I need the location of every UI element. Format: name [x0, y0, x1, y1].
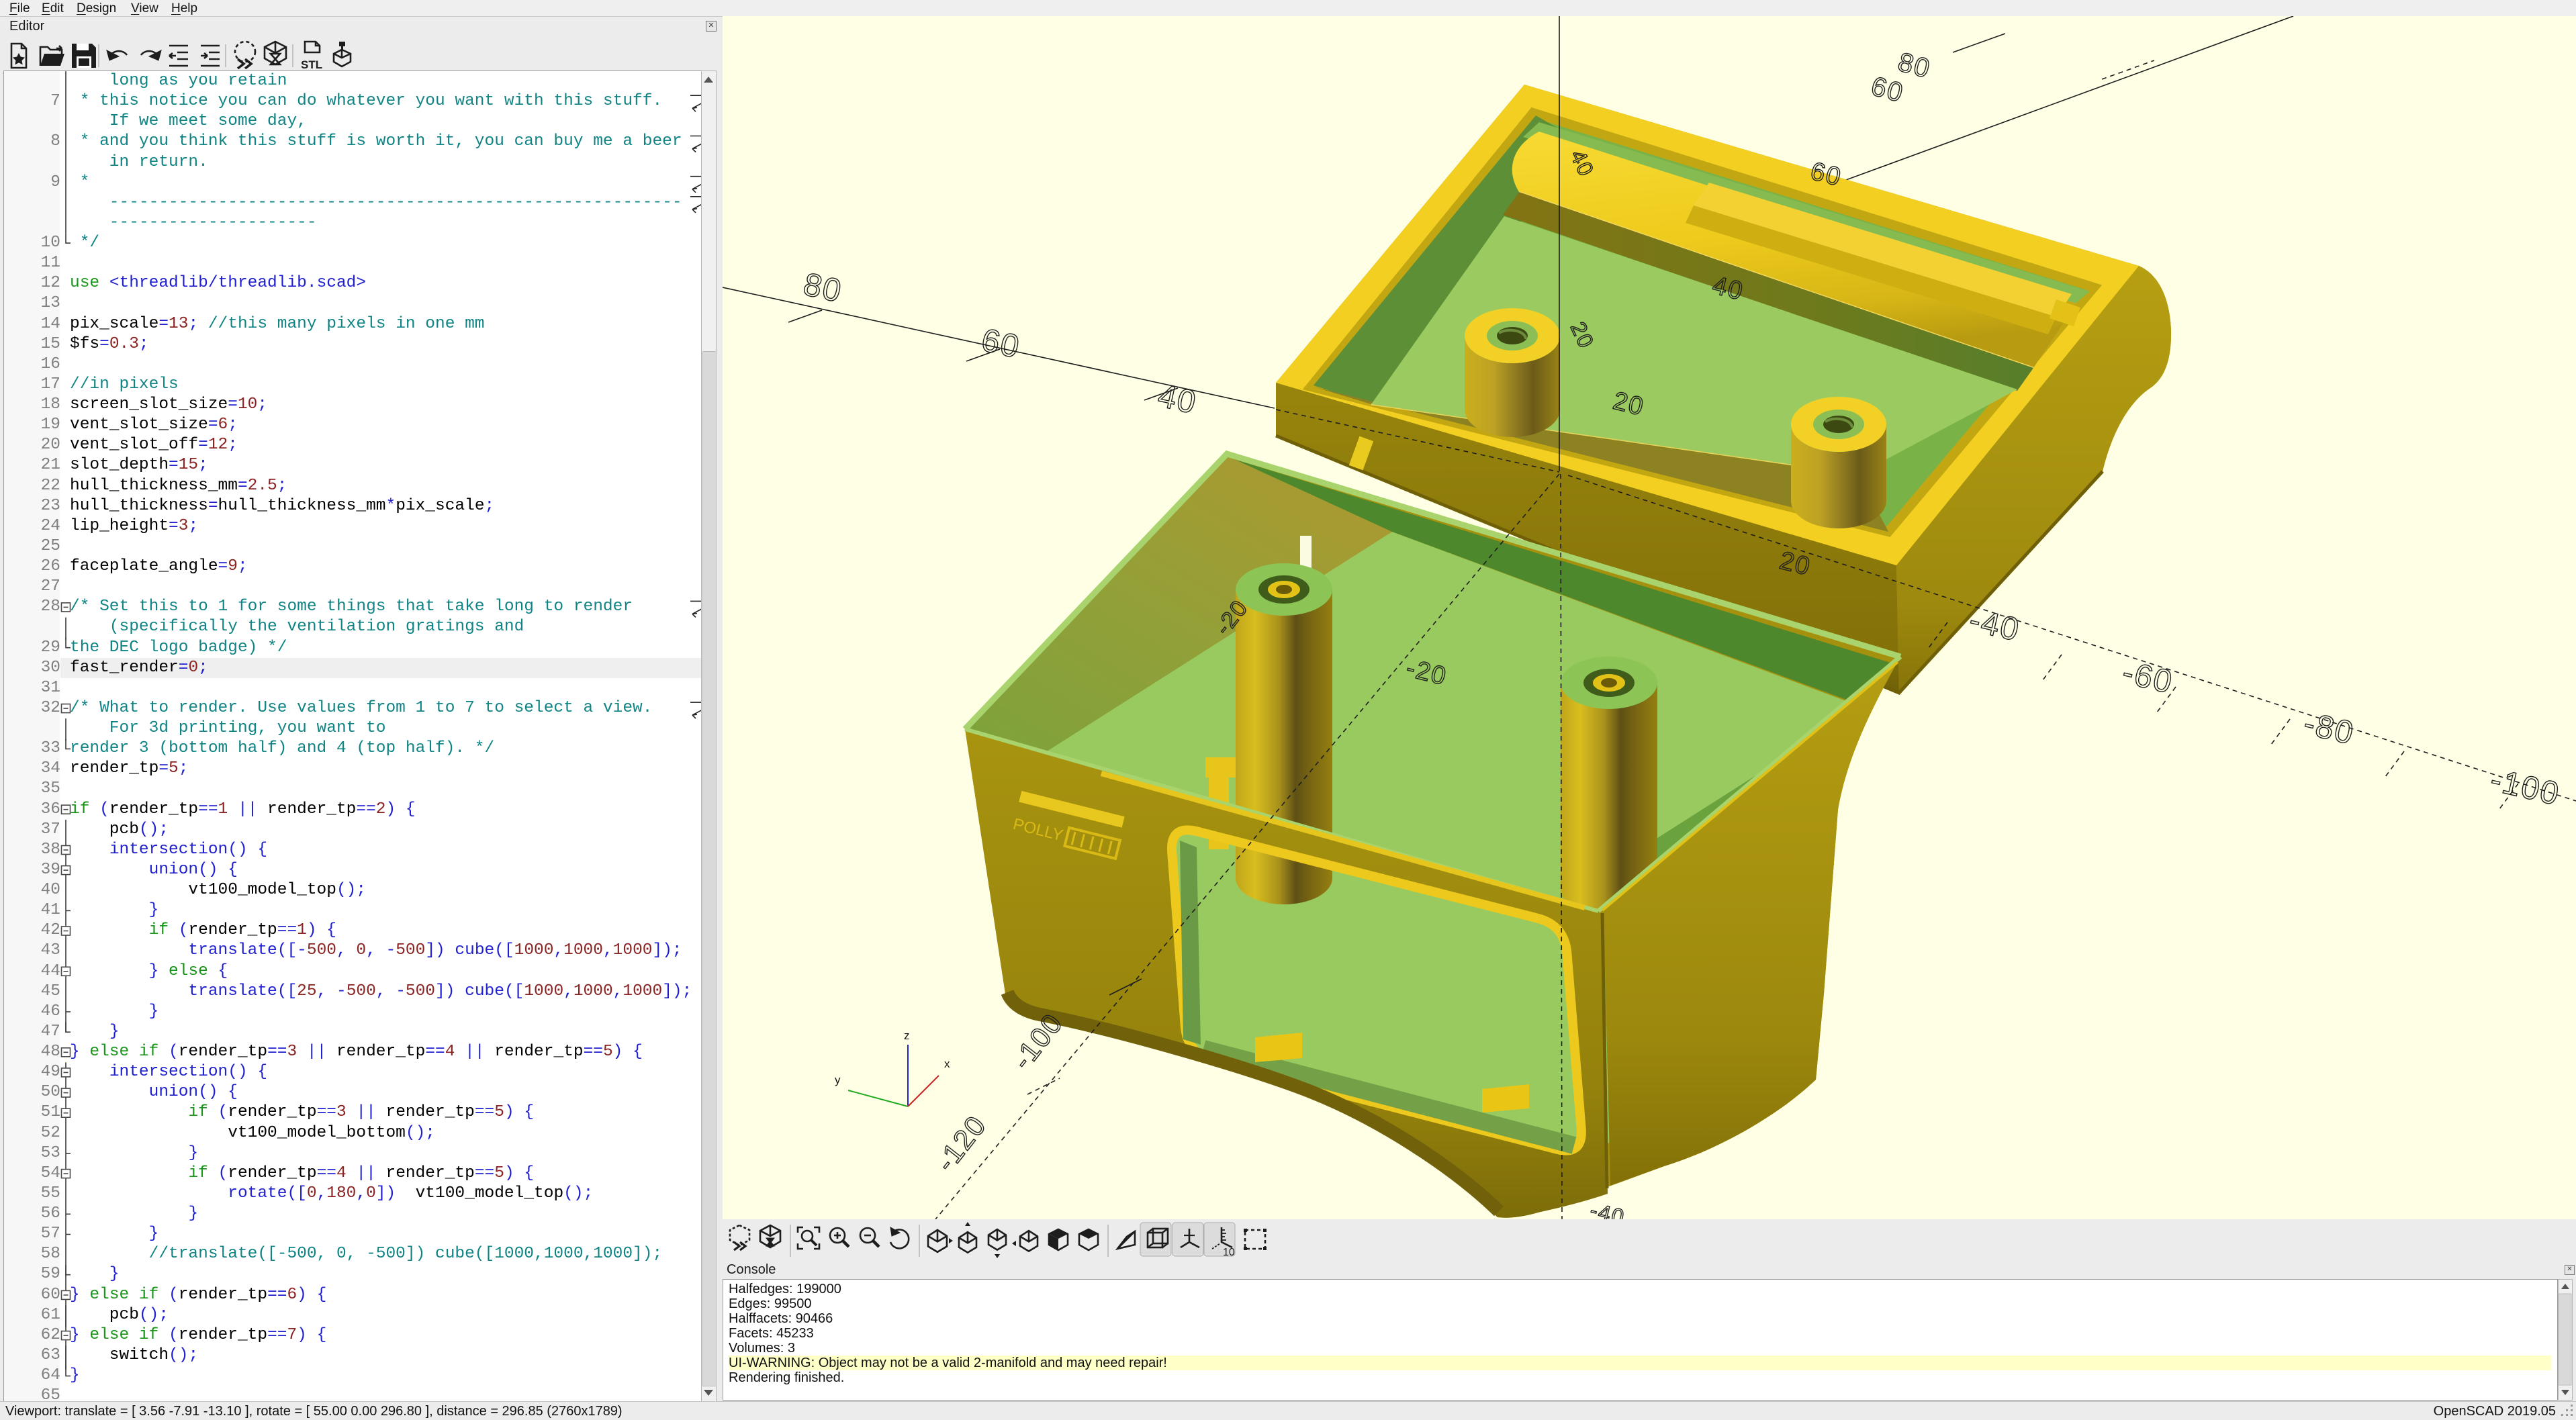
svg-text:-100: -100 [2487, 762, 2563, 812]
svg-text:-40: -40 [1966, 602, 2023, 649]
svg-text:40: 40 [1155, 378, 1201, 421]
svg-text:z: z [904, 1029, 910, 1042]
svg-text:x: x [944, 1057, 950, 1070]
svg-text:-120: -120 [929, 1109, 993, 1177]
svg-text:STL: STL [301, 58, 322, 71]
svg-text:-40: -40 [1588, 1198, 1627, 1219]
svg-text:60: 60 [978, 322, 1024, 365]
svg-text:10: 10 [1223, 1247, 1235, 1258]
svg-text:y: y [835, 1074, 841, 1086]
svg-text:-60: -60 [2119, 655, 2176, 701]
svg-text:-80: -80 [2301, 706, 2358, 752]
svg-text:80: 80 [800, 267, 846, 310]
